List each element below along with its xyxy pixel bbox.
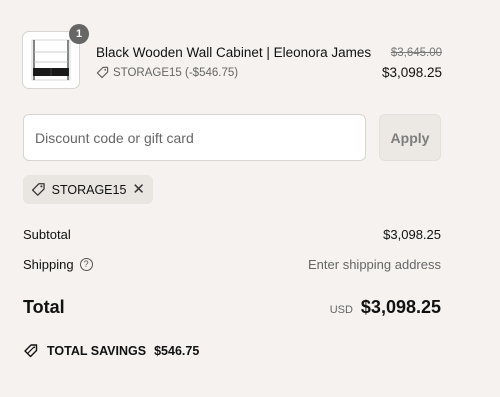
applied-discount-chip: STORAGE15 ✕: [23, 175, 153, 204]
shipping-label-group: Shipping ?: [23, 257, 93, 272]
final-price: $3,098.25: [381, 65, 442, 80]
item-discount: STORAGE15 (-$546.75): [96, 66, 238, 79]
shipping-label: Shipping: [23, 257, 74, 272]
applied-discount-code: STORAGE15: [51, 182, 127, 197]
original-price: $3,645.00: [390, 47, 442, 59]
remove-discount-icon[interactable]: ✕: [132, 182, 145, 197]
total-label: Total: [23, 297, 65, 317]
apply-button[interactable]: Apply: [379, 114, 441, 161]
tag-icon: [96, 66, 109, 79]
tag-icon: [31, 183, 45, 196]
shipping-value: Enter shipping address: [308, 257, 441, 272]
item-discount-label: STORAGE15 (-$546.75): [113, 66, 239, 79]
line-item: 1 Black Wooden Wall Cabinet | Eleonora J…: [22, 24, 442, 91]
total-amount-group: USD $3,098.25: [330, 297, 441, 318]
savings-tag-icon: [24, 344, 38, 358]
total-savings: TOTAL SAVINGS $546.75: [23, 343, 199, 359]
total-savings-label: TOTAL SAVINGS: [47, 344, 147, 358]
product-title: Black Wooden Wall Cabinet | Eleonora Jam…: [96, 45, 372, 60]
subtotal-label: Subtotal: [23, 227, 71, 242]
total-savings-value: $546.75: [154, 344, 200, 358]
subtotal-value: $3,098.25: [383, 227, 441, 242]
currency-code: USD: [329, 304, 353, 316]
total-amount: $3,098.25: [360, 297, 441, 317]
help-icon[interactable]: ?: [79, 258, 93, 271]
quantity-badge: 1: [69, 24, 89, 44]
discount-code-input[interactable]: [23, 114, 366, 161]
